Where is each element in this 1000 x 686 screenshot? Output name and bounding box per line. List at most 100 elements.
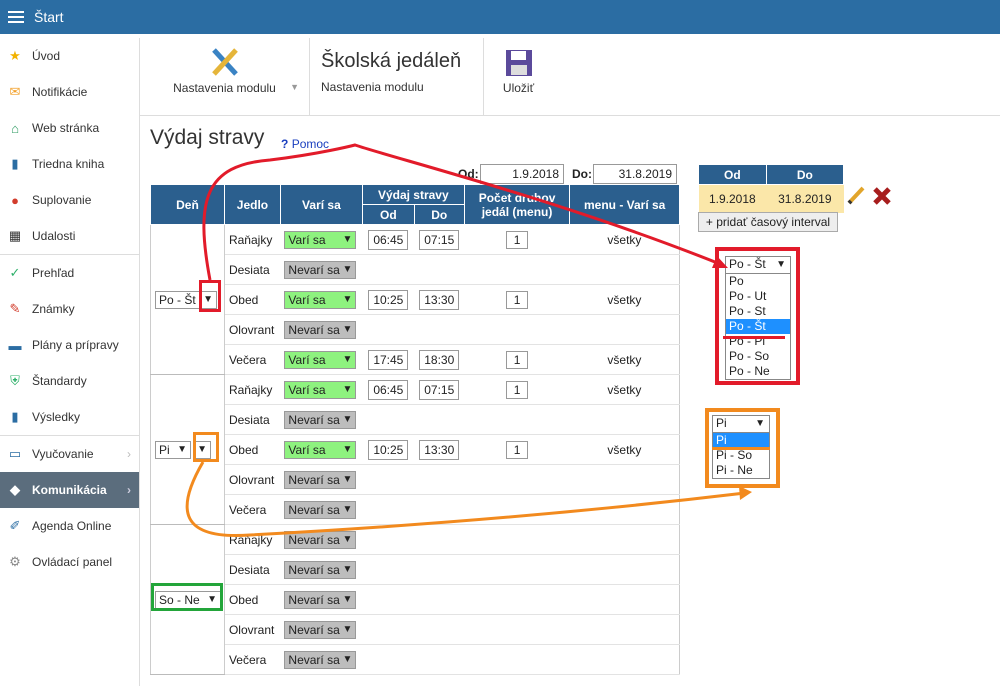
issue-od-input[interactable]: 10:25	[368, 439, 409, 460]
dropdown-po-st[interactable]: Po - Št ▼ Po Po - Ut Po - St Po - Št Po - Pi P…	[725, 256, 791, 380]
sidebar-item-8[interactable]: ✎ Známky	[0, 291, 139, 327]
menu-cell: všetky	[569, 344, 680, 375]
cook-status-select[interactable]: Nevarí sa ▼	[284, 410, 357, 429]
cook-status-select[interactable]: Varí sa ▼	[284, 230, 357, 249]
count-input[interactable]: 1	[506, 350, 529, 369]
pencil-icon[interactable]	[846, 184, 866, 206]
sidebar-item-15[interactable]: ⚙ Ovládací panel	[0, 544, 139, 580]
issue-do-input[interactable]: 13:30	[419, 439, 460, 460]
dropdown-option[interactable]: Pi	[713, 433, 769, 448]
chevron-down-icon[interactable]: ▼	[290, 82, 299, 92]
dropdown-option[interactable]: Po - Ne	[726, 364, 790, 379]
cook-status-select[interactable]: Nevarí sa ▼	[284, 560, 357, 579]
sidebar-item-12[interactable]: ▭ Vyučovanie ›	[0, 436, 139, 472]
issue-do-input[interactable]: 07:15	[419, 229, 460, 250]
dropdown-option[interactable]: Po - Št	[726, 319, 790, 334]
issue-do-cell: 07:15	[414, 224, 465, 255]
highlight-box-green	[151, 583, 223, 611]
cook-status-select[interactable]: Nevarí sa ▼	[284, 620, 357, 639]
chevron-down-icon: ▼	[776, 259, 786, 270]
sidebar-item-11[interactable]: ▮ Výsledky	[0, 399, 139, 435]
sidebar-item-4[interactable]: ▮ Triedna kniha	[0, 146, 139, 182]
add-interval-button[interactable]: + pridať časový interval	[698, 212, 838, 232]
sidebar-item-1[interactable]: ★ Úvod	[0, 38, 139, 74]
do-input[interactable]: 31.8.2019	[593, 164, 677, 184]
issue-do-input[interactable]: 07:15	[419, 379, 460, 400]
header-menu: menu - Varí sa	[569, 184, 680, 225]
envelope-icon: ✉	[9, 84, 21, 99]
issue-do-input[interactable]: 18:30	[419, 349, 460, 370]
cook-status-select[interactable]: Varí sa ▼	[284, 380, 357, 399]
sidebar-item-5[interactable]: ● Suplovanie	[0, 182, 139, 218]
sidebar-item-label: Ovládací panel	[32, 555, 113, 569]
dropdown-option[interactable]: Po	[726, 274, 790, 289]
sidebar-item-10[interactable]: ⛨ Štandardy	[0, 363, 139, 399]
od-input[interactable]: 1.9.2018	[480, 164, 564, 184]
sidebar-item-9[interactable]: ▬ Plány a prípravy	[0, 327, 139, 363]
save-button[interactable]: Uložiť	[483, 38, 553, 116]
issue-od-cell	[362, 614, 415, 645]
chevron-down-icon: ▼	[342, 323, 353, 335]
table-row: Olovrant Nevarí sa ▼	[151, 464, 680, 495]
sidebar-item-14[interactable]: ✐ Agenda Online	[0, 508, 139, 544]
table-row: Pi ▼ ▼ Raňajky Varí sa ▼ 06:45 07:15 1 všetky	[150, 374, 680, 525]
dropdown-option[interactable]: Pi - So	[713, 448, 769, 463]
cook-status-select[interactable]: Nevarí sa ▼	[284, 320, 357, 339]
menu-cell	[569, 494, 680, 525]
dropdown-pi-selected[interactable]: Pi ▼	[713, 416, 769, 433]
sidebar-item-2[interactable]: ✉ Notifikácie	[0, 74, 139, 110]
dropdown-option[interactable]: Po - Ut	[726, 289, 790, 304]
table-row: Večera Nevarí sa ▼	[151, 494, 680, 525]
issue-od-input[interactable]: 06:45	[368, 229, 409, 250]
day-select[interactable]: Pi ▼	[155, 440, 191, 459]
meal-name: Olovrant	[224, 614, 281, 645]
sidebar-item-7[interactable]: ✓ Prehľad	[0, 255, 139, 291]
table-row: So - Ne ▼ Raňajky Nevarí sa ▼	[150, 524, 680, 675]
cook-status-select[interactable]: Nevarí sa ▼	[284, 650, 357, 669]
cook-status-select[interactable]: Nevarí sa ▼	[284, 470, 357, 489]
cook-status-select[interactable]: Nevarí sa ▼	[284, 590, 357, 609]
dropdown-po-st-selected[interactable]: Po - Št ▼	[726, 257, 790, 274]
table-row: Desiata Nevarí sa ▼	[151, 554, 680, 585]
user-icon: ●	[11, 192, 19, 208]
cook-status-select[interactable]: Varí sa ▼	[284, 350, 357, 369]
settings-button[interactable]: Nastavenia modulu ▼	[140, 38, 310, 116]
issue-od-cell	[362, 314, 415, 345]
sidebar-item-label: Vyučovanie	[32, 447, 94, 461]
cook-status-select[interactable]: Nevarí sa ▼	[284, 260, 357, 279]
delete-icon[interactable]	[872, 186, 892, 206]
issue-do-input[interactable]: 13:30	[419, 289, 460, 310]
dropdown-option[interactable]: Po - So	[726, 349, 790, 364]
count-input[interactable]: 1	[506, 290, 529, 309]
highlight-arrow-orange	[193, 432, 219, 462]
sidebar-item-6[interactable]: ▦ Udalosti	[0, 218, 139, 254]
issue-do-cell	[414, 614, 465, 645]
meal-name: Obed	[224, 584, 281, 615]
cook-status-select[interactable]: Varí sa ▼	[284, 440, 357, 459]
count-cell: 1	[464, 374, 570, 405]
sidebar-item-13[interactable]: ◆ Komunikácia ›	[0, 472, 139, 508]
count-input[interactable]: 1	[506, 440, 529, 459]
issue-od-input[interactable]: 06:45	[368, 379, 409, 400]
menu-icon[interactable]	[8, 8, 24, 26]
dropdown-po-st-value: Po - Št	[729, 257, 766, 271]
cook-status-cell: Varí sa ▼	[280, 434, 363, 465]
chevron-down-icon: ▼	[342, 623, 353, 635]
cook-status-value: Nevarí sa	[288, 622, 340, 637]
count-input[interactable]: 1	[506, 380, 529, 399]
cook-status-select[interactable]: Varí sa ▼	[284, 290, 357, 309]
table-row: Večera Varí sa ▼ 17:45 18:30 1 všetky	[151, 344, 680, 375]
cook-status-select[interactable]: Nevarí sa ▼	[284, 530, 357, 549]
cook-status-select[interactable]: Nevarí sa ▼	[284, 500, 357, 519]
help-link[interactable]: ? Pomoc	[281, 137, 329, 151]
cook-status-cell: Varí sa ▼	[280, 344, 363, 375]
issue-od-cell: 06:45	[362, 374, 415, 405]
issue-od-input[interactable]: 10:25	[368, 289, 409, 310]
dropdown-option[interactable]: Po - St	[726, 304, 790, 319]
toolbar: Nastavenia modulu ▼ Školská jedáleň Nast…	[140, 38, 1000, 116]
issue-od-input[interactable]: 17:45	[368, 349, 409, 370]
sidebar-item-3[interactable]: ⌂ Web stránka	[0, 110, 139, 146]
count-input[interactable]: 1	[506, 230, 529, 249]
chevron-down-icon: ▼	[755, 418, 765, 429]
dropdown-option[interactable]: Pi - Ne	[713, 463, 769, 478]
